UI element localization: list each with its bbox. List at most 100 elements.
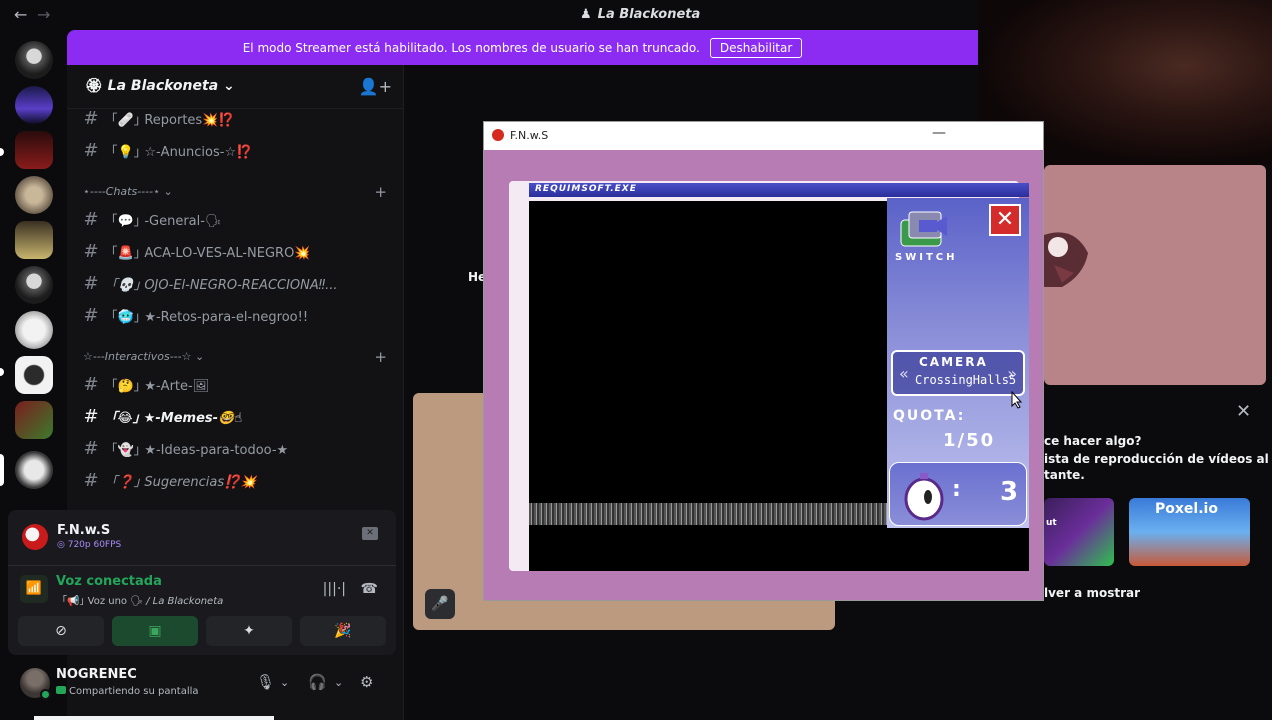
voice-guild-name: / La Blackoneta xyxy=(146,596,224,607)
game-window-titlebar[interactable]: F.N.w.S — xyxy=(484,122,1043,150)
category-interactivos[interactable]: ☆---Interactivos---☆ ⌄ + xyxy=(83,348,395,368)
forward-arrow-icon[interactable]: → xyxy=(37,5,50,24)
stream-quality: ◎ 720p 60FPS xyxy=(57,540,121,550)
noise-suppression-icon[interactable]: |||·| xyxy=(323,581,346,597)
online-status-dot xyxy=(40,689,51,700)
camera-label: CAMERA xyxy=(919,355,988,369)
channel-retos[interactable]: # ｢🥶｣ ★-Retos-para-el-negroo!! xyxy=(77,300,397,330)
channel-reportes[interactable]: # ｢🩹｣ Reportes💥⁉️ xyxy=(77,103,397,133)
server-icon[interactable] xyxy=(15,131,53,169)
minimize-icon[interactable]: — xyxy=(932,125,946,141)
activities-icon: ✦ xyxy=(243,623,255,639)
channel-sugerencias[interactable]: # ｢❓｣ Sugerencias⁉️💥 xyxy=(77,465,397,495)
disable-streamer-button[interactable]: Deshabilitar xyxy=(709,37,803,58)
channel-label: ｢🤔｣ ★-Arte-🖼 xyxy=(111,375,209,394)
soundboard-icon: 🎉 xyxy=(334,623,352,639)
camera-switch-icon[interactable] xyxy=(899,206,953,250)
channel-label: ｢🚨｣ ACA-LO-VES-AL-NEGRO💥 xyxy=(111,242,311,261)
chevron-down-icon[interactable]: ⌄ xyxy=(334,676,343,689)
channel-label: ｢💡｣ ☆-Anuncios-☆⁉️ xyxy=(111,141,252,160)
muted-mic-icon[interactable]: 🎤 xyxy=(425,589,455,619)
activity-card[interactable]: ut xyxy=(1044,498,1114,566)
window-title-text: La Blackoneta xyxy=(597,7,701,22)
text-channel-icon: # xyxy=(83,304,99,326)
back-arrow-icon[interactable]: ← xyxy=(14,5,27,24)
channel-name: ☆-Anuncios-☆⁉️ xyxy=(144,144,253,160)
channel-name: ACA-LO-VES-AL-NEGRO💥 xyxy=(144,245,311,261)
category-chats[interactable]: ⋆----Chats----⋆ ⌄ + xyxy=(83,183,395,203)
server-icon[interactable] xyxy=(15,41,53,79)
text-channel-icon: # xyxy=(83,437,99,459)
camera-off-icon: ⊘ xyxy=(55,623,67,639)
guild-icon: 🏵 xyxy=(85,78,108,94)
channel-label: ｢🥶｣ ★-Retos-para-el-negroo!! xyxy=(111,306,308,325)
chevron-down-icon: ⌄ xyxy=(223,78,235,94)
channel-aca-lo-ves[interactable]: # ｢🚨｣ ACA-LO-VES-AL-NEGRO💥 xyxy=(77,236,397,266)
close-icon[interactable]: ✕ xyxy=(1236,401,1251,422)
disconnect-icon[interactable]: ☎ xyxy=(361,581,378,597)
create-channel-icon[interactable]: + xyxy=(374,348,387,366)
stop-stream-icon[interactable]: ✕ xyxy=(362,527,378,540)
channel-anuncios[interactable]: # ｢💡｣ ☆-Anuncios-☆⁉️ xyxy=(77,135,397,165)
create-channel-icon[interactable]: + xyxy=(374,183,387,201)
headphones-icon[interactable]: 🎧 xyxy=(308,673,327,691)
guild-name[interactable]: 🏵 La Blackoneta ⌄ xyxy=(85,78,235,94)
close-icon[interactable]: ✕ xyxy=(989,204,1021,236)
share-screen-button[interactable]: ▣ xyxy=(112,616,198,646)
next-camera-icon[interactable]: » xyxy=(1007,364,1017,383)
activity-card-label: Poxel.io xyxy=(1155,501,1218,517)
channel-prefix: ｢🥶｣ xyxy=(111,309,141,325)
server-icon[interactable] xyxy=(15,221,53,259)
activity-card-poxel[interactable]: Poxel.io xyxy=(1129,498,1250,566)
timer-count: 3 xyxy=(1000,477,1019,507)
stopwatch-icon xyxy=(904,473,944,521)
timer-colon: : xyxy=(952,477,961,502)
channel-arte[interactable]: # ｢🤔｣ ★-Arte-🖼 xyxy=(77,369,397,399)
channel-label: ｢😂｣ ★-Memes-🤓☝ xyxy=(111,407,242,426)
guild-name-text: La Blackoneta xyxy=(107,78,219,94)
microphone-icon[interactable]: 🎙 xyxy=(256,673,275,691)
previous-camera-icon[interactable]: « xyxy=(899,364,909,383)
channel-label: ｢💬｣ -General-🗣 xyxy=(111,210,221,229)
text-channel-icon: # xyxy=(83,240,99,262)
text-channel-icon: # xyxy=(83,469,99,491)
invite-people-icon[interactable]: 👤+ xyxy=(359,77,392,96)
game-window[interactable]: F.N.w.S — REQUIMSOFT.EXE ✕ SWITCH « CAME… xyxy=(483,121,1044,601)
channel-prefix: ｢👻｣ xyxy=(111,442,141,458)
channel-general[interactable]: # ｢💬｣ -General-🗣 xyxy=(77,204,397,234)
mouse-cursor-icon xyxy=(1011,391,1023,409)
channel-ideas[interactable]: # ｢👻｣ ★-Ideas-para-todoo-★ xyxy=(77,433,397,463)
channel-memes[interactable]: # ｢😂｣ ★-Memes-🤓☝ xyxy=(77,401,397,431)
server-icon[interactable] xyxy=(15,401,53,439)
server-icon[interactable] xyxy=(15,86,53,124)
channel-ojo-el-negro[interactable]: # ｢💀｣ OJO-El-NEGRO-REACCIONA‼... xyxy=(77,268,397,298)
camera-selector[interactable]: « CAMERA CrossingHalls5 » xyxy=(891,350,1025,396)
server-icon-active[interactable] xyxy=(15,451,53,489)
participant-avatar-art xyxy=(1044,232,1088,287)
channel-prefix: ｢🩹｣ xyxy=(111,112,141,128)
server-icon[interactable] xyxy=(15,311,53,349)
voice-channel-name: ｢📢｣ Voz uno 🗣 xyxy=(62,596,143,607)
connection-signal-icon[interactable]: 📶 xyxy=(20,575,48,603)
server-icon[interactable] xyxy=(15,266,53,304)
voice-channel-info[interactable]: ｢📢｣ Voz uno 🗣 / La Blackoneta xyxy=(62,592,223,607)
username[interactable]: NOGRENEC xyxy=(56,667,137,682)
channel-prefix: ｢💀｣ xyxy=(111,277,141,293)
show-again-link[interactable]: lver a mostrar xyxy=(1044,586,1140,600)
category-label: ☆---Interactivos---☆ ⌄ xyxy=(83,350,205,363)
scroll-indicator xyxy=(34,716,274,720)
server-icon[interactable] xyxy=(15,356,53,394)
soundboard-button[interactable]: 🎉 xyxy=(300,616,386,646)
game-canvas[interactable]: REQUIMSOFT.EXE ✕ SWITCH « CAMERA Crossin… xyxy=(484,150,1043,600)
channel-name: Reportes💥⁉️ xyxy=(144,112,235,128)
text-channel-icon: # xyxy=(83,373,99,395)
server-icon[interactable] xyxy=(15,176,53,214)
chevron-down-icon[interactable]: ⌄ xyxy=(280,676,289,689)
settings-gear-icon[interactable]: ⚙ xyxy=(360,673,373,691)
text-channel-icon: # xyxy=(83,107,99,129)
camera-name: CrossingHalls5 xyxy=(915,373,1017,387)
activities-button[interactable]: ✦ xyxy=(206,616,292,646)
stream-app-icon xyxy=(22,524,48,550)
camera-off-button[interactable]: ⊘ xyxy=(18,616,104,646)
voice-connected-status[interactable]: Voz conectada xyxy=(56,574,162,589)
